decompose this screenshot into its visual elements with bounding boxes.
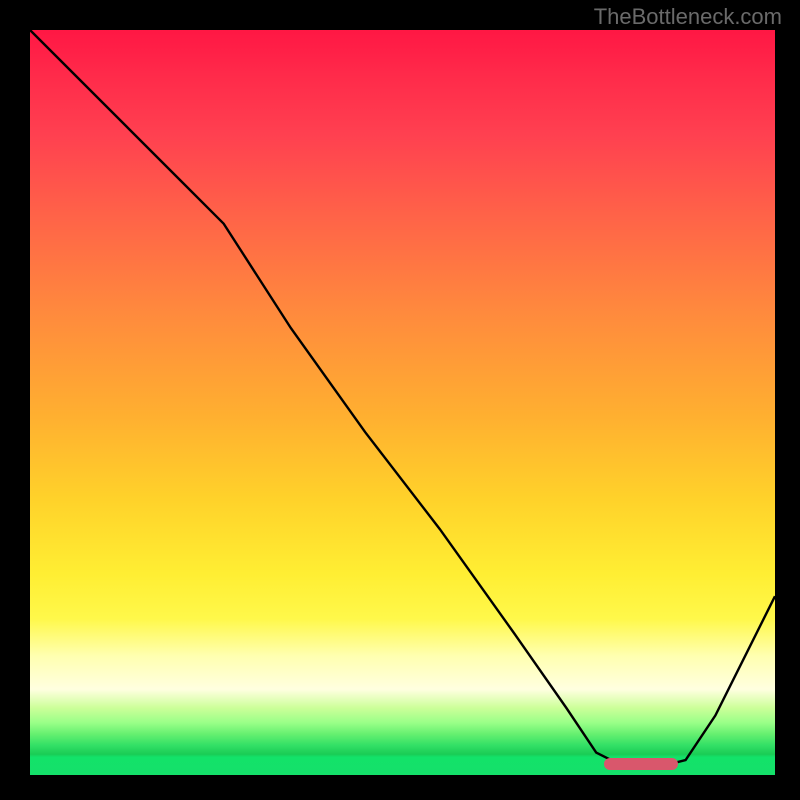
watermark-text: TheBottleneck.com xyxy=(594,4,782,30)
bottleneck-curve xyxy=(30,30,775,768)
curve-svg xyxy=(30,30,775,775)
optimal-range-marker xyxy=(604,758,679,770)
plot-area xyxy=(30,30,775,775)
chart-container: TheBottleneck.com xyxy=(0,0,800,800)
x-axis-spacer xyxy=(30,775,775,800)
